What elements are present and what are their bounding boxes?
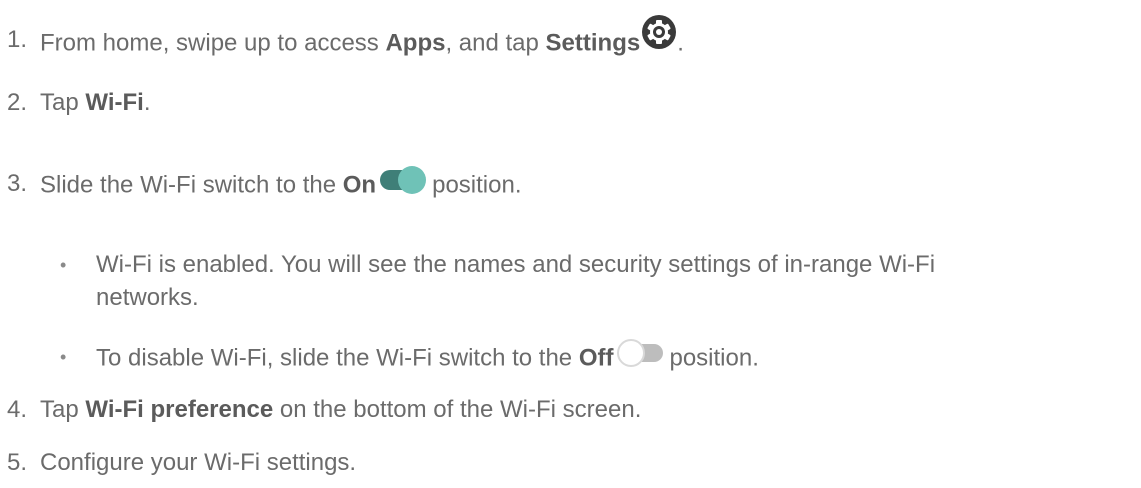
step-text: Configure your Wi-Fi settings. [40, 449, 357, 476]
toggle-off-icon [615, 337, 665, 369]
step-number: 4. [7, 396, 28, 423]
step-number: 5. [7, 449, 28, 476]
wifi-preference-label: Wi-Fi preference [85, 396, 274, 423]
step-text: From home, swipe up to access Apps, and … [40, 15, 684, 62]
gear-icon [641, 14, 677, 50]
step-text: Tap Wi-Fi. [40, 89, 151, 116]
step-number: 2. [7, 89, 28, 116]
bullet-text: Wi-Fi is enabled. You will see the names… [96, 251, 936, 278]
step-text: Slide the Wi-Fi switch to the On positio… [40, 166, 521, 202]
apps-label: Apps [385, 29, 446, 57]
off-label: Off [578, 344, 614, 372]
wifi-label: Wi-Fi [85, 89, 144, 116]
settings-label: Settings [545, 29, 641, 57]
bullet-mark: • [60, 347, 67, 367]
toggle-on-icon [378, 164, 428, 196]
step-number: 1. [7, 26, 28, 53]
on-label: On [342, 171, 377, 199]
step-number: 3. [7, 170, 28, 197]
bullet-mark: • [60, 255, 67, 275]
step-text: Tap Wi-Fi preference on the bottom of th… [40, 396, 642, 423]
bullet-text: networks. [96, 284, 199, 311]
bullet-text: To disable Wi-Fi, slide the Wi-Fi switch… [96, 339, 759, 375]
